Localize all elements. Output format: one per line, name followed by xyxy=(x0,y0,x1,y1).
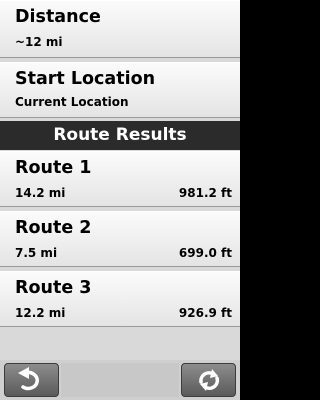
refresh-icon xyxy=(199,369,220,391)
route-name: Route 2 xyxy=(15,218,92,238)
back-arrow-icon xyxy=(18,367,39,391)
start-location-label: Start Location xyxy=(15,69,156,89)
distance-value: ~12 mi xyxy=(15,35,63,49)
route-distance: 12.2 mi xyxy=(15,306,66,320)
start-location-value: Current Location xyxy=(15,95,129,109)
route-distance: 7.5 mi xyxy=(15,246,58,260)
route-elevation: 926.9 ft xyxy=(178,306,232,320)
route-distance: 14.2 mi xyxy=(15,186,66,200)
distance-setting-row[interactable]: Distance ~12 mi xyxy=(0,0,240,58)
route-list-item[interactable]: Route 2 7.5 mi 699.0 ft xyxy=(0,211,240,267)
route-results-header: Route Results xyxy=(0,121,240,150)
distance-label: Distance xyxy=(15,7,101,27)
back-button[interactable] xyxy=(4,363,59,397)
screen: Distance ~12 mi Start Location Current L… xyxy=(0,0,240,400)
start-location-setting-row[interactable]: Start Location Current Location xyxy=(0,62,240,118)
toolbar-spacer xyxy=(61,363,179,397)
route-name: Route 3 xyxy=(15,278,92,298)
refresh-button[interactable] xyxy=(181,363,236,397)
route-elevation: 981.2 ft xyxy=(178,186,232,200)
route-list-item[interactable]: Route 1 14.2 mi 981.2 ft xyxy=(0,151,240,207)
route-name: Route 1 xyxy=(15,158,92,178)
route-elevation: 699.0 ft xyxy=(178,246,232,260)
route-list-item[interactable]: Route 3 12.2 mi 926.9 ft xyxy=(0,271,240,327)
